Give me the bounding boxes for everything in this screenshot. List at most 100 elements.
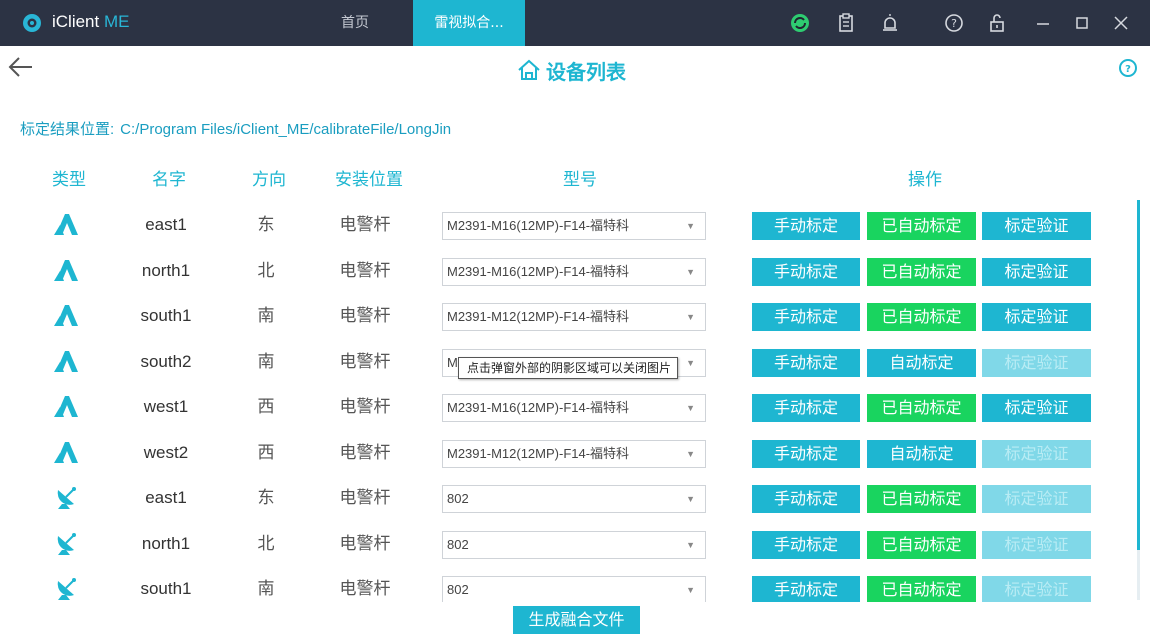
verify-calibration-button[interactable]: 标定验证: [982, 257, 1091, 286]
chevron-down-icon: ▼: [686, 403, 695, 413]
generate-fusion-file-button[interactable]: 生成融合文件: [513, 606, 640, 634]
verify-calibration-button: 标定验证: [982, 576, 1091, 602]
calibration-path: 标定结果位置: C:/Program Files/iClient_ME/calib…: [20, 118, 451, 139]
auto-calibrate-button[interactable]: 已自动标定: [867, 576, 976, 602]
model-select-value: M2391-M12(12MP)-F14-福特科: [447, 445, 630, 461]
model-select[interactable]: 802 ▼: [442, 485, 706, 513]
manual-calibrate-button[interactable]: 手动标定: [752, 576, 860, 602]
title-bar: iClient ME 首页 雷视拟合... ?: [0, 0, 1150, 46]
clipboard-icon[interactable]: [835, 12, 857, 34]
device-name: east1: [145, 488, 187, 507]
model-select[interactable]: 802 ▼: [442, 530, 706, 559]
help-icon[interactable]: ?: [1118, 58, 1138, 78]
image-tooltip: 点击弹窗外部的阴影区域可以关闭图片: [458, 357, 678, 379]
table-row: east1 东 电警杆 802 ▼ 手动标定 已自动标定 标定验证: [0, 475, 1135, 521]
chevron-down-icon: ▼: [686, 221, 695, 231]
radar-icon: [52, 439, 80, 465]
column-header-type: 类型: [52, 170, 86, 190]
chevron-down-icon: ▼: [686, 312, 695, 322]
table-row: west1 西 电警杆 M2391-M16(12MP)-F14-福特科 ▼ 手动标定 已自动…: [0, 384, 1135, 430]
calibration-path-label: 标定结果位置:: [20, 121, 115, 138]
radar-icon: [52, 257, 80, 283]
verify-calibration-button: 标定验证: [982, 348, 1091, 377]
manual-calibrate-button[interactable]: 手动标定: [752, 485, 860, 513]
radar-icon: [52, 211, 80, 237]
manual-calibrate-button[interactable]: 手动标定: [752, 212, 860, 240]
page-title: 设备列表: [516, 56, 626, 84]
model-select[interactable]: M2391-M16(12MP)-F14-福特科 ▼: [442, 394, 706, 422]
question-icon[interactable]: ?: [943, 12, 965, 34]
back-arrow-icon[interactable]: [6, 52, 36, 82]
model-select[interactable]: M2391-M12(12MP)-F14-福特科 ▼: [442, 303, 706, 331]
device-direction: 南: [257, 579, 275, 598]
auto-calibrate-button[interactable]: 自动标定: [867, 348, 976, 377]
device-position: 电警杆: [339, 488, 391, 507]
model-select-value: M2391-M16(12MP)-F14-福特科: [447, 263, 630, 279]
unlock-icon[interactable]: [986, 12, 1008, 34]
auto-calibrate-button[interactable]: 自动标定: [867, 439, 976, 468]
scrollbar-thumb[interactable]: [1137, 200, 1140, 550]
manual-calibrate-button[interactable]: 手动标定: [752, 394, 860, 422]
column-header-model: 型号: [563, 170, 597, 190]
scrollbar[interactable]: [1137, 200, 1140, 600]
model-select-value: 802: [447, 536, 469, 552]
device-direction: 西: [257, 397, 275, 416]
verify-calibration-button: 标定验证: [982, 439, 1091, 468]
column-header-direction: 方向: [252, 170, 286, 190]
table-row: south1 南 电警杆 802 ▼ 手动标定 已自动标定 标定验证: [0, 566, 1135, 602]
radar-icon: [52, 302, 80, 328]
device-position: 电警杆: [339, 306, 391, 325]
model-select[interactable]: M2391-M16(12MP)-F14-福特科 ▼: [442, 212, 706, 240]
auto-calibrate-button[interactable]: 已自动标定: [867, 485, 976, 513]
manual-calibrate-button[interactable]: 手动标定: [752, 439, 860, 468]
table-row: north1 北 电警杆 802 ▼ 手动标定 已自动标定 标定验证: [0, 521, 1135, 567]
radar-icon: [52, 348, 80, 374]
model-select[interactable]: 802 ▼: [442, 576, 706, 602]
chevron-down-icon: ▼: [686, 585, 695, 595]
app-logo-icon: [23, 14, 41, 32]
auto-calibrate-button[interactable]: 已自动标定: [867, 212, 976, 240]
manual-calibrate-button[interactable]: 手动标定: [752, 257, 860, 286]
page-header: 设备列表 ?: [0, 46, 1150, 92]
svg-text:?: ?: [951, 17, 957, 30]
table-row: east1 东 电警杆 M2391-M16(12MP)-F14-福特科 ▼ 手动标定 已自动…: [0, 202, 1135, 248]
manual-calibrate-button[interactable]: 手动标定: [752, 303, 860, 331]
maximize-icon[interactable]: [1071, 12, 1093, 34]
model-select[interactable]: M2391-M16(12MP)-F14-福特科 ▼: [442, 257, 706, 286]
device-position: 电警杆: [339, 260, 391, 280]
verify-calibration-button[interactable]: 标定验证: [982, 303, 1091, 331]
device-position: 电警杆: [339, 397, 391, 416]
column-header-position: 安装位置: [335, 170, 403, 190]
device-name: east1: [145, 215, 187, 234]
device-position: 电警杆: [339, 215, 391, 234]
manual-calibrate-button[interactable]: 手动标定: [752, 348, 860, 377]
satellite-dish-icon: [52, 530, 80, 556]
minimize-icon[interactable]: [1032, 12, 1054, 34]
refresh-icon[interactable]: [789, 12, 811, 34]
verify-calibration-button[interactable]: 标定验证: [982, 212, 1091, 240]
device-name: south2: [140, 351, 192, 371]
device-name: north1: [141, 533, 191, 553]
column-header-name: 名字: [152, 170, 186, 190]
auto-calibrate-button[interactable]: 已自动标定: [867, 257, 976, 286]
close-icon[interactable]: [1110, 12, 1132, 34]
model-select[interactable]: M2391-M12(12MP)-F14-福特科 ▼: [442, 439, 706, 468]
auto-calibrate-button[interactable]: 已自动标定: [867, 394, 976, 422]
satellite-dish-icon: [52, 484, 80, 510]
auto-calibrate-button[interactable]: 已自动标定: [867, 530, 976, 559]
verify-calibration-button[interactable]: 标定验证: [982, 394, 1091, 422]
verify-calibration-button: 标定验证: [982, 485, 1091, 513]
device-direction: 东: [257, 488, 275, 507]
manual-calibrate-button[interactable]: 手动标定: [752, 530, 860, 559]
table-row: north1 北 电警杆 M2391-M16(12MP)-F14-福特科 ▼ 手动标定 已自…: [0, 248, 1135, 294]
chevron-down-icon: ▼: [686, 494, 695, 504]
tab-radar-video-fusion[interactable]: 雷视拟合...: [413, 0, 525, 46]
chevron-down-icon: ▼: [686, 266, 695, 277]
tab-home[interactable]: 首页: [315, 0, 395, 46]
model-select-value: 802: [447, 491, 469, 506]
device-position: 电警杆: [339, 533, 391, 553]
model-select-value: M: [447, 354, 458, 370]
device-position: 电警杆: [339, 579, 391, 598]
auto-calibrate-button[interactable]: 已自动标定: [867, 303, 976, 331]
alarm-icon[interactable]: [879, 12, 901, 34]
